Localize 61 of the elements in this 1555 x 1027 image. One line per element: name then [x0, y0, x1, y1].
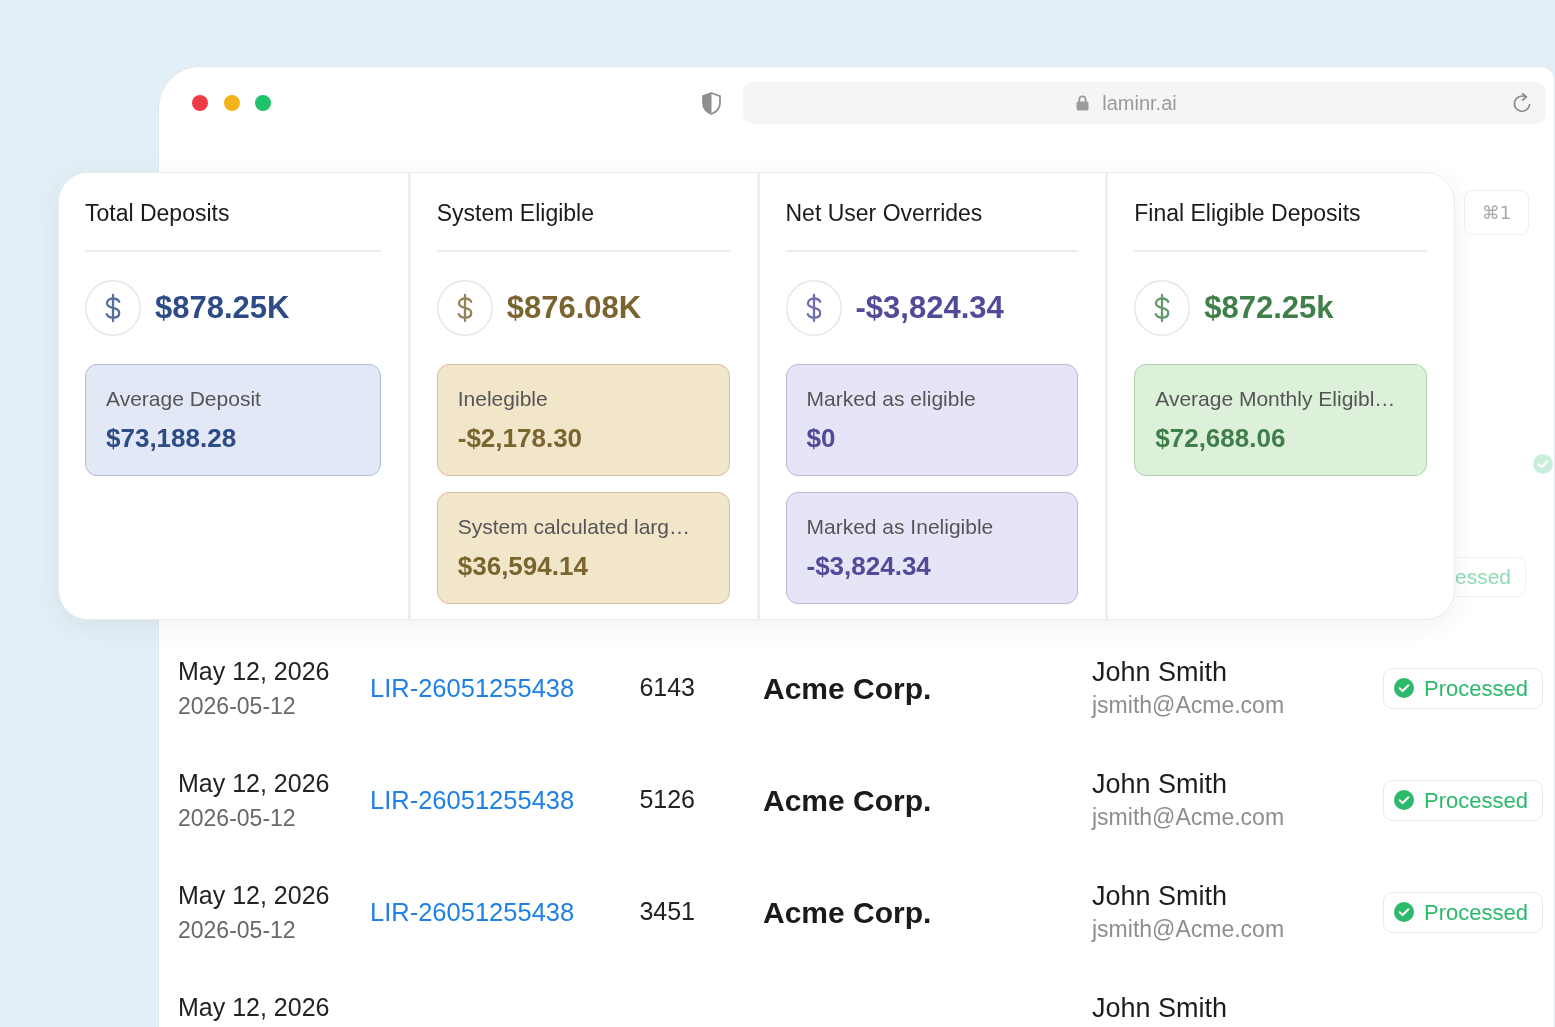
detail-value: $73,188.28: [106, 422, 238, 454]
contact-name: John Smith: [1092, 656, 1228, 688]
stat-value: $872.25k: [1204, 288, 1334, 327]
stat-value: -$3,824.34: [855, 288, 1004, 327]
date-text: May 12, 2026: [178, 656, 330, 686]
number-text: 5126: [639, 785, 695, 814]
window-minimize-icon[interactable]: [223, 95, 240, 111]
status-text: Processed: [1424, 786, 1528, 815]
detail-label: Average Deposit: [106, 386, 262, 412]
shield-icon[interactable]: [702, 91, 721, 115]
date-text: 2026-05-12: [178, 692, 296, 720]
window-close-icon[interactable]: [192, 95, 208, 111]
detail-label: System calculated larg…: [457, 514, 691, 540]
record-id-link[interactable]: LIR-26051255438: [370, 785, 575, 814]
address-bar[interactable]: laminr.ai: [743, 82, 1546, 124]
date-text: 2026-05-12: [178, 804, 296, 832]
card-title: Total Deposits: [85, 199, 231, 227]
check-circle-icon: [1394, 790, 1414, 810]
dollar-icon: [85, 280, 141, 336]
lock-icon: [1076, 95, 1090, 111]
card-title: System Eligible: [436, 199, 595, 227]
record-id-link[interactable]: LIR-26051255438: [370, 673, 575, 702]
shortcut-hint: ⌘1: [1464, 190, 1529, 235]
record-id-link[interactable]: LIR-26051255438: [370, 897, 575, 926]
detail-label: Marked as eligible: [806, 386, 977, 412]
stat-value: $878.25K: [155, 288, 290, 327]
company-name: Acme Corp.: [763, 895, 932, 929]
contact-name: John Smith: [1092, 768, 1228, 800]
contact-email: jsmith@Acme.com: [1092, 915, 1285, 943]
contact-name: John Smith: [1092, 880, 1228, 912]
dollar-icon: [785, 280, 842, 336]
detail-value: -$2,178.30: [457, 422, 584, 454]
detail-label: Inelegible: [457, 386, 549, 412]
detail-value: $36,594.14: [457, 550, 589, 582]
card-title: Final Eligible Deposits: [1134, 199, 1362, 227]
contact-email: jsmith@Acme.com: [1092, 691, 1285, 719]
status-text: Processed: [1424, 674, 1528, 703]
detail-value: $72,688.06: [1155, 422, 1287, 454]
contact-email: jsmith@Acme.com: [1092, 803, 1285, 831]
dollar-icon: [1134, 280, 1191, 336]
check-circle-icon: [1394, 678, 1414, 698]
detail-label: Marked as Ineligible: [806, 514, 995, 540]
date-text: 2026-05-12: [178, 916, 296, 944]
stat-value: $876.08K: [506, 288, 642, 327]
company-name: Acme Corp.: [763, 783, 932, 817]
number-text: 6143: [639, 673, 695, 702]
reload-icon[interactable]: [1512, 92, 1533, 114]
detail-label: Average Monthly Eligibl…: [1155, 386, 1397, 412]
date-text: May 12, 2026: [178, 992, 330, 1022]
card-title: Net User Overrides: [785, 199, 984, 227]
number-text: 3451: [639, 897, 695, 926]
dollar-icon: [436, 280, 493, 336]
detail-value: $0: [806, 422, 837, 454]
date-text: May 12, 2026: [178, 880, 330, 910]
status-text: Processed: [1424, 898, 1528, 927]
date-text: May 12, 2026: [178, 768, 330, 798]
contact-name: John Smith: [1092, 992, 1228, 1024]
window-zoom-icon[interactable]: [255, 95, 271, 111]
company-name: Acme Corp.: [763, 671, 932, 705]
check-circle-icon: [1394, 902, 1414, 922]
detail-value: -$3,824.34: [806, 550, 932, 582]
